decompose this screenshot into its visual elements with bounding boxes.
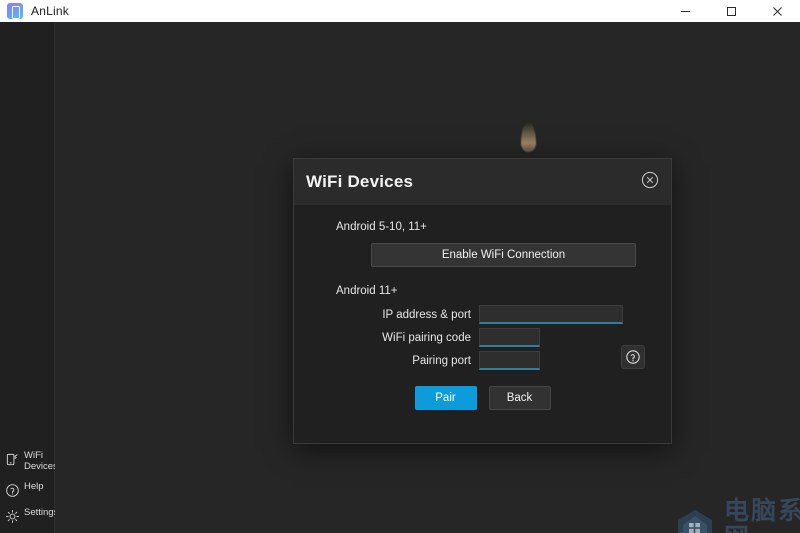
site-watermark: 电脑系统网 www.dnxtw.com [672, 497, 800, 533]
gear-icon [6, 510, 19, 523]
anlink-window: AnLink WiFi Devices Help Settings WiFi D… [0, 0, 800, 533]
phone-wifi-icon [6, 453, 18, 466]
back-button[interactable]: Back [488, 386, 551, 410]
minimize-button[interactable] [662, 0, 708, 22]
field-row-ip-address-port: IP address & port [314, 305, 651, 324]
close-button[interactable] [754, 0, 800, 22]
ip-address-port-input[interactable] [479, 305, 623, 324]
field-label: IP address & port [382, 308, 471, 321]
dialog-body: Android 5-10, 11+ Enable WiFi Connection… [294, 205, 671, 410]
field-label: Pairing port [412, 354, 471, 367]
pair-button[interactable]: Pair [414, 386, 477, 410]
close-circle-icon[interactable] [641, 171, 659, 189]
sidebar-item-label: WiFi Devices [24, 450, 58, 472]
sidebar-item-list: WiFi Devices Help Settings [0, 446, 59, 529]
watermark-text-block: 电脑系统网 www.dnxtw.com [724, 497, 800, 533]
section-label-legacy: Android 5-10, 11+ [336, 221, 427, 233]
window-title: AnLink [31, 4, 69, 18]
window-titlebar: AnLink [0, 0, 800, 22]
dialog-title: WiFi Devices [306, 172, 414, 191]
sidebar-item-label: Help [24, 481, 44, 492]
watermark-brand: 电脑系统网 [724, 495, 800, 533]
pairing-port-input[interactable] [479, 351, 540, 370]
sidebar-item-help[interactable]: Help [0, 477, 55, 503]
help-circle-icon [6, 484, 19, 497]
wifi-pairing-code-input[interactable] [479, 328, 540, 347]
background-device-sliver [521, 122, 536, 152]
enable-wifi-connection-button[interactable]: Enable WiFi Connection [371, 243, 636, 267]
dialog-action-buttons: Pair Back [314, 386, 651, 410]
wifi-devices-dialog: WiFi Devices Android 5-10, 11+ Enable Wi… [293, 158, 672, 444]
house-shield-logo-icon [678, 510, 712, 533]
section-label-modern: Android 11+ [336, 285, 398, 297]
question-mark-icon [626, 350, 640, 364]
main-content-area: WiFi Devices Android 5-10, 11+ Enable Wi… [55, 22, 800, 533]
dialog-header: WiFi Devices [294, 159, 671, 205]
sidebar-item-wifi-devices[interactable]: WiFi Devices [0, 446, 58, 477]
anlink-app-icon [7, 3, 23, 19]
pairing-help-button[interactable] [621, 345, 645, 369]
maximize-button[interactable] [708, 0, 754, 22]
sidebar-item-label: Settings [24, 507, 59, 518]
window-controls [662, 0, 800, 22]
field-row-pairing-port: Pairing port [314, 351, 651, 370]
field-row-wifi-pairing-code: WiFi pairing code [314, 328, 651, 347]
pairing-fields: IP address & port WiFi pairing code Pair… [314, 305, 651, 370]
left-sidebar: WiFi Devices Help Settings [0, 22, 59, 533]
field-label: WiFi pairing code [382, 331, 471, 344]
sidebar-item-settings[interactable]: Settings [0, 503, 59, 529]
